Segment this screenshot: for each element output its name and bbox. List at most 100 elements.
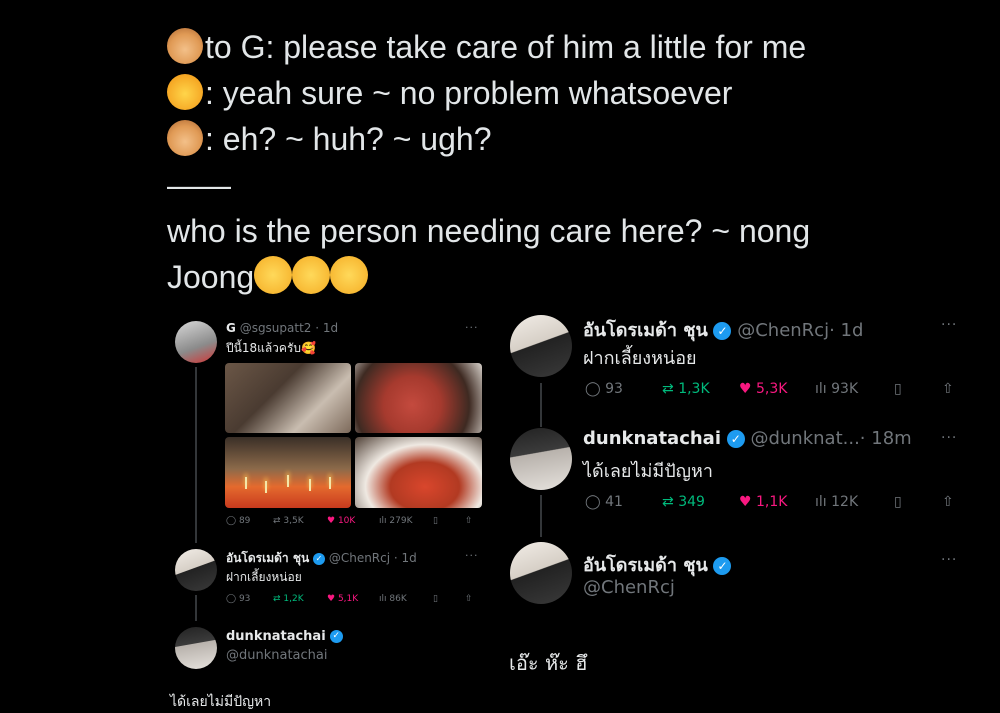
post-actions: ◯ 41 ⇄ 349 ♥ 1,1K ılı 12K ▯ ⇧	[585, 494, 954, 510]
post-header: อันโดรเมด้า ชุน ✓	[583, 550, 732, 579]
heart-icon: ♥	[327, 594, 336, 604]
dog-emoji-icon	[167, 28, 203, 64]
post-actions: ◯ 89 ⇄ 3,5K ♥ 10K ılı 279K ▯ ⇧	[226, 516, 473, 526]
views-button[interactable]: ılı 279K	[379, 516, 433, 526]
bookmark-button[interactable]: ▯	[433, 516, 465, 526]
share-button[interactable]: ⇧	[942, 381, 954, 397]
bookmark-icon: ▯	[433, 516, 438, 526]
author-name[interactable]: อันโดรเมด้า ชุน	[583, 320, 708, 341]
repost-icon: ⇄	[662, 494, 674, 510]
views-icon: ılı	[379, 594, 387, 604]
more-options-icon[interactable]: ···	[941, 430, 957, 446]
reply-icon: ◯	[226, 516, 237, 526]
more-options-icon[interactable]: ···	[941, 317, 957, 333]
share-icon: ⇧	[465, 516, 473, 526]
share-icon: ⇧	[465, 594, 473, 604]
left-screenshot-panel: G @sgsupatt2 · 1d ··· ปีนี้18แล้วครับ🥰 ◯…	[160, 305, 490, 712]
post-time[interactable]: · 18m	[860, 428, 912, 449]
candle	[309, 479, 311, 491]
post-actions: ◯ 93 ⇄ 1,3K ♥ 5,3K ılı 93K ▯ ⇧	[585, 381, 954, 397]
post-time[interactable]: · 1d	[829, 320, 863, 341]
like-button[interactable]: ♥ 10K	[327, 516, 379, 526]
caption-line-1: to G: please take care of him a little f…	[167, 24, 967, 70]
bookmark-button[interactable]: ▯	[894, 381, 942, 397]
like-button[interactable]: ♥ 5,1K	[327, 594, 379, 604]
candle	[245, 477, 247, 489]
post-time[interactable]: · 1d	[315, 321, 338, 335]
caption-divider: ——	[167, 167, 231, 203]
repost-button[interactable]: ⇄ 1,3K	[662, 381, 739, 397]
avatar[interactable]	[510, 315, 572, 377]
author-handle[interactable]: @dunknatachai	[226, 648, 328, 663]
caption-line-2: : yeah sure ~ no problem whatsoever	[167, 70, 967, 116]
repost-button[interactable]: ⇄ 3,5K	[273, 516, 327, 526]
author-name[interactable]: อันโดรเมด้า ชุน	[583, 555, 708, 576]
post-time[interactable]: · 1d	[394, 551, 417, 565]
more-options-icon[interactable]: ···	[465, 549, 479, 562]
photo-2[interactable]	[355, 363, 482, 433]
post-text: ฝากเลี้ยงหน่อย	[226, 570, 302, 584]
photo-1[interactable]	[225, 363, 351, 433]
author-name[interactable]: G	[226, 321, 236, 335]
author-name[interactable]: dunknatachai	[583, 428, 721, 449]
right-screenshot-panel: อันโดรเมด้า ชุน ✓ @ChenRcj· 1d ··· ฝากเล…	[497, 305, 975, 712]
post-header: dunknatachai ✓	[226, 629, 343, 644]
repost-button[interactable]: ⇄ 1,2K	[273, 594, 327, 604]
share-button[interactable]: ⇧	[465, 516, 473, 526]
photo-grid[interactable]	[225, 363, 482, 508]
bookmark-button[interactable]: ▯	[894, 494, 942, 510]
views-button[interactable]: ılı 12K	[815, 494, 894, 510]
author-name[interactable]: อันโดรเมด้า ชุน	[226, 551, 309, 565]
verified-badge-icon: ✓	[713, 557, 732, 575]
author-handle[interactable]: @ChenRcj	[583, 577, 675, 598]
verified-badge-icon: ✓	[726, 430, 745, 448]
cat-emoji-icon	[167, 74, 203, 110]
avatar[interactable]	[510, 428, 572, 490]
avatar[interactable]	[510, 542, 572, 604]
bookmark-button[interactable]: ▯	[433, 594, 465, 604]
verified-badge-icon: ✓	[313, 552, 325, 565]
post-text: เอ๊ะ ห๊ะ ฮึ	[509, 651, 588, 675]
dog-emoji-icon	[167, 120, 203, 156]
avatar[interactable]	[175, 627, 217, 669]
verified-badge-icon: ✓	[713, 322, 732, 340]
candle	[265, 481, 267, 493]
reply-button[interactable]: ◯ 89	[226, 516, 273, 526]
pleading-face-emoji-icon	[254, 256, 293, 294]
avatar[interactable]	[175, 549, 217, 591]
candle	[329, 477, 331, 489]
views-button[interactable]: ılı 86K	[379, 594, 433, 604]
like-button[interactable]: ♥ 5,3K	[739, 381, 815, 397]
reply-button[interactable]: ◯ 41	[585, 494, 662, 510]
heart-icon: ♥	[739, 494, 752, 510]
author-handle[interactable]: @dunknat...	[750, 428, 859, 449]
share-button[interactable]: ⇧	[465, 594, 473, 604]
views-button[interactable]: ılı 93K	[815, 381, 894, 397]
thread-line	[195, 595, 197, 621]
more-options-icon[interactable]: ···	[941, 552, 957, 568]
views-icon: ılı	[815, 381, 827, 397]
repost-button[interactable]: ⇄ 349	[662, 494, 739, 510]
share-button[interactable]: ⇧	[942, 494, 954, 510]
photo-3[interactable]	[225, 437, 351, 508]
repost-icon: ⇄	[273, 594, 281, 604]
bookmark-icon: ▯	[894, 381, 902, 397]
bookmark-icon: ▯	[433, 594, 438, 604]
photo-4[interactable]	[355, 437, 482, 508]
views-icon: ılı	[379, 516, 387, 526]
post-text: ฝากเลี้ยงหน่อย	[583, 348, 697, 369]
reply-button[interactable]: ◯ 93	[226, 594, 273, 604]
more-options-icon[interactable]: ···	[465, 321, 479, 334]
verified-badge-icon: ✓	[329, 630, 343, 643]
author-handle[interactable]: @ChenRcj	[737, 320, 829, 341]
author-handle[interactable]: @ChenRcj	[329, 551, 390, 565]
author-name[interactable]: dunknatachai	[226, 629, 326, 644]
thread-line	[540, 495, 542, 537]
like-button[interactable]: ♥ 1,1K	[739, 494, 815, 510]
avatar[interactable]	[175, 321, 217, 363]
author-handle[interactable]: @sgsupatt2	[240, 321, 312, 335]
post-header: อันโดรเมด้า ชุน ✓ @ChenRcj · 1d	[226, 549, 417, 568]
views-icon: ılı	[815, 494, 827, 510]
caption-line-3: : eh? ~ huh? ~ ugh?	[167, 116, 967, 162]
reply-button[interactable]: ◯ 93	[585, 381, 662, 397]
